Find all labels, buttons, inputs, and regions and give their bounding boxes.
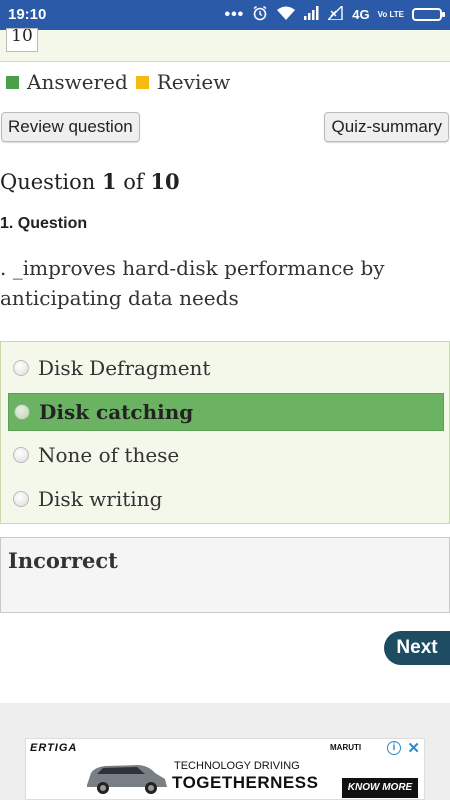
radio-button[interactable]: [13, 360, 29, 376]
question-counter-prefix: Question: [0, 170, 96, 194]
review-question-button[interactable]: Review question: [1, 112, 140, 142]
banner-ad[interactable]: ERTIGA MARUTI i ✕ TECHNOLOGY DRIVING TOG…: [25, 738, 425, 800]
feedback-title: Incorrect: [8, 548, 118, 573]
answer-option[interactable]: Disk Defragment: [8, 349, 444, 387]
ad-cta-button[interactable]: KNOW MORE: [342, 778, 418, 798]
wifi-icon: [276, 6, 296, 24]
question-navigator-panel: 10: [0, 28, 450, 62]
review-swatch: [135, 75, 149, 89]
question-counter-total: 10: [150, 169, 180, 194]
question-number-box[interactable]: 10: [6, 28, 38, 52]
answer-option[interactable]: None of these: [8, 436, 444, 474]
ad-area: ERTIGA MARUTI i ✕ TECHNOLOGY DRIVING TOG…: [0, 703, 450, 800]
question-heading: 1. Question: [0, 215, 88, 232]
answer-option-label: Disk writing: [38, 487, 163, 511]
answer-option-selected[interactable]: Disk catching: [8, 393, 444, 431]
status-time: 19:10: [8, 6, 47, 23]
answered-swatch: [6, 75, 19, 89]
radio-button[interactable]: [14, 404, 30, 420]
alarm-icon: [252, 5, 268, 24]
question-counter: Question 1 of 10: [0, 169, 180, 194]
ad-maker: MARUTI: [330, 743, 362, 752]
quiz-summary-button[interactable]: Quiz-summary: [324, 112, 449, 142]
more-notifications-icon: •••: [224, 5, 245, 23]
ad-brand: ERTIGA: [30, 742, 78, 754]
volte-label: Vo LTE: [377, 9, 404, 19]
answer-option-label: Disk catching: [39, 400, 194, 424]
answer-option-label: None of these: [38, 443, 180, 467]
radio-button[interactable]: [13, 491, 29, 507]
review-label: Review: [156, 70, 231, 94]
battery-icon: [412, 8, 445, 21]
status-icons: ••• 4G Vo LTE: [224, 4, 445, 24]
answer-option-label: Disk Defragment: [38, 356, 211, 380]
question-text: . _improves hard-disk performance by ant…: [0, 256, 385, 310]
next-button[interactable]: Next: [384, 631, 450, 665]
answer-feedback: Incorrect: [0, 537, 450, 613]
ad-close-icon[interactable]: ✕: [407, 739, 420, 757]
radio-button[interactable]: [13, 447, 29, 463]
status-bar: 19:10 ••• 4G Vo LTE: [0, 0, 450, 30]
question-counter-current: 1: [101, 169, 117, 194]
signal-muted-icon: [326, 4, 344, 23]
status-legend: Answered Review: [6, 70, 230, 94]
signal-icon: [304, 6, 320, 23]
ad-info-icon[interactable]: i: [387, 741, 401, 755]
question-counter-of: of: [123, 170, 144, 194]
car-image: [87, 765, 167, 794]
ad-tagline: TECHNOLOGY DRIVING: [174, 760, 300, 772]
answer-options: Disk Defragment Disk catching None of th…: [0, 341, 450, 524]
answer-option[interactable]: Disk writing: [8, 480, 444, 518]
network-type: 4G: [352, 7, 370, 22]
answered-label: Answered: [27, 70, 128, 94]
ad-headline: TOGETHERNESS: [172, 773, 319, 792]
